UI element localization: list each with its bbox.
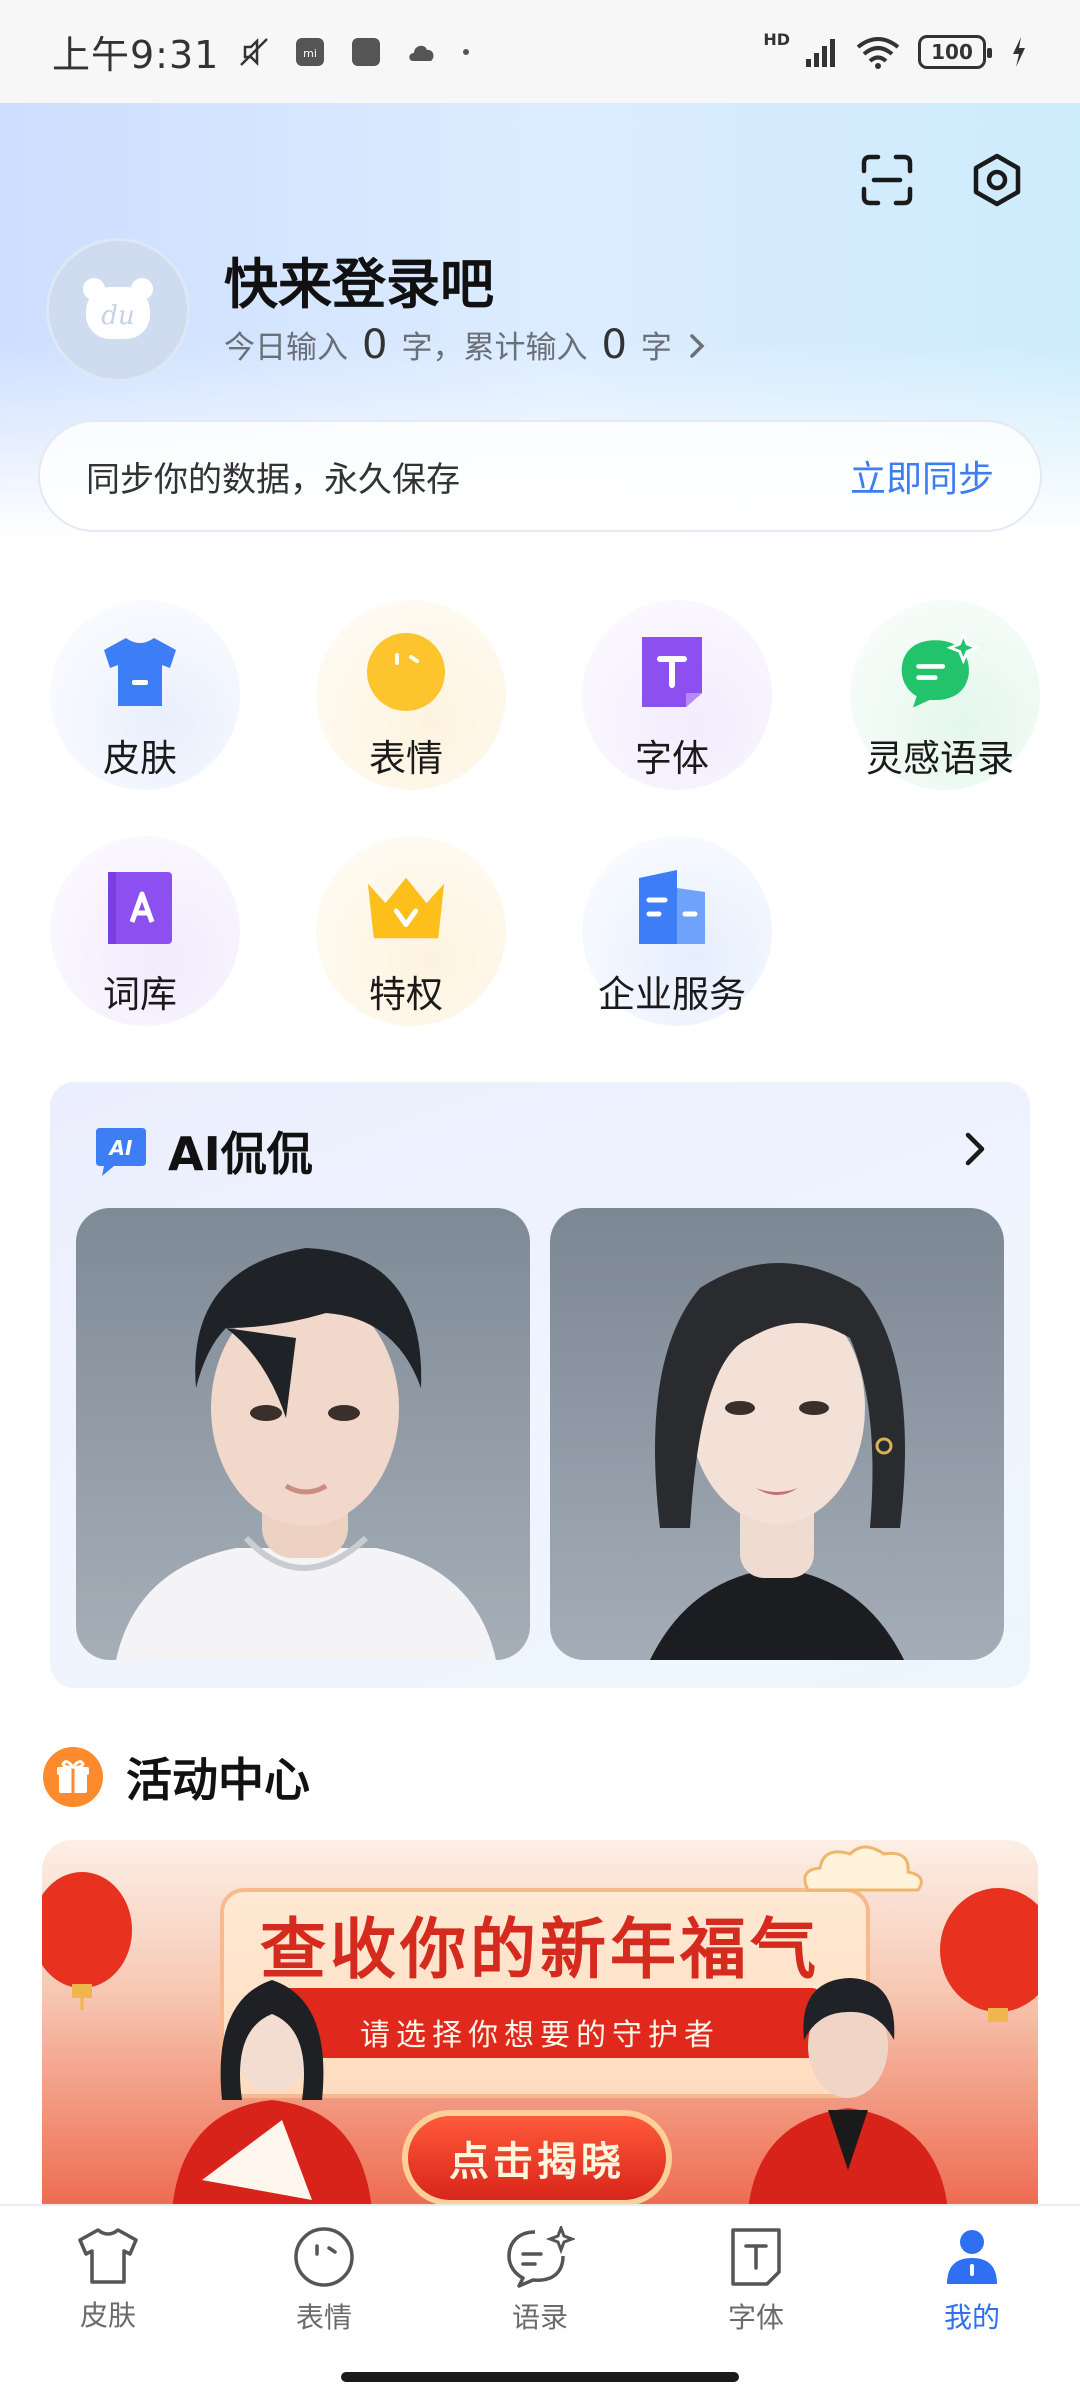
male-character-portrait bbox=[76, 1208, 530, 1660]
battery-level: 100 bbox=[931, 39, 973, 64]
hd-label: HD bbox=[763, 30, 790, 49]
nav-font[interactable]: 字体 bbox=[676, 2226, 836, 2336]
activity-center-title: 活动中心 bbox=[126, 1753, 310, 1807]
feature-skin[interactable]: 皮肤 bbox=[40, 600, 240, 800]
feature-lexicon-label: 词库 bbox=[103, 973, 177, 1016]
feature-inspiration-quotes-label: 灵感语录 bbox=[866, 737, 1014, 780]
ai-chat-card: AI AI侃侃 bbox=[50, 1082, 1030, 1688]
font-t-icon bbox=[642, 637, 702, 707]
status-bar: 上午9:31 mi HD 100 bbox=[0, 0, 1080, 103]
wifi-icon bbox=[856, 36, 900, 69]
ai-badge-text: AI bbox=[108, 1136, 133, 1160]
feature-emoji[interactable]: 表情 bbox=[306, 600, 506, 800]
tshirt-icon bbox=[104, 638, 176, 706]
ai-card-header[interactable]: AI AI侃侃 bbox=[92, 1118, 313, 1184]
reveal-button[interactable]: 点击揭晓 bbox=[402, 2110, 672, 2206]
silent-mode-icon bbox=[240, 37, 269, 66]
nav-quotes-label: 语录 bbox=[511, 2301, 568, 2334]
feature-skin-label: 皮肤 bbox=[103, 737, 177, 780]
total-count: 0 bbox=[601, 322, 627, 368]
feature-inspiration-quotes[interactable]: 灵感语录 bbox=[840, 600, 1040, 800]
sync-banner: 同步你的数据，永久保存 立即同步 bbox=[38, 420, 1042, 532]
bottom-navigation: 皮肤 表情 语录 字体 我的 bbox=[0, 2204, 1080, 2400]
feature-font[interactable]: 字体 bbox=[572, 600, 772, 800]
enterprise-building-icon bbox=[639, 870, 705, 944]
female-guardian-figure bbox=[172, 1980, 372, 2210]
feature-enterprise-service-label: 企业服务 bbox=[598, 973, 746, 1016]
font-t-icon bbox=[731, 2228, 781, 2286]
more-notifications-dot bbox=[463, 48, 470, 55]
emoji-face-icon bbox=[294, 2227, 354, 2287]
nav-quotes[interactable]: 语录 bbox=[460, 2226, 620, 2336]
nav-skin-label: 皮肤 bbox=[79, 2299, 136, 2332]
sync-message: 同步你的数据，永久保存 bbox=[86, 459, 460, 500]
ai-character-female[interactable] bbox=[550, 1208, 1004, 1660]
input-stats[interactable]: 今日输入 0 字，累计输入 0 字 bbox=[224, 322, 708, 368]
cloud-icon bbox=[409, 45, 434, 61]
stats-unit: 字 bbox=[640, 330, 672, 366]
ai-card-title: AI侃侃 bbox=[168, 1127, 313, 1181]
nav-emoji-label: 表情 bbox=[295, 2301, 352, 2334]
nav-skin[interactable]: 皮肤 bbox=[28, 2226, 188, 2334]
gift-icon bbox=[43, 1747, 103, 1807]
today-count: 0 bbox=[362, 322, 388, 368]
new-year-activity-banner[interactable]: 查收你的新年福气 请选择你想要的守护者 点击揭晓 bbox=[42, 1840, 1038, 2210]
scan-button[interactable] bbox=[852, 145, 922, 215]
user-profile-icon bbox=[947, 2230, 997, 2284]
feature-enterprise-service[interactable]: 企业服务 bbox=[572, 836, 772, 1036]
app-notification-icon bbox=[352, 37, 381, 66]
scan-icon bbox=[861, 154, 913, 206]
feature-emoji-label: 表情 bbox=[369, 737, 443, 780]
battery-indicator: 100 bbox=[918, 34, 992, 69]
ai-card-more-button[interactable] bbox=[950, 1124, 1000, 1174]
male-guardian-figure bbox=[748, 1978, 948, 2210]
activity-center-header: 活动中心 bbox=[42, 1744, 310, 1810]
nav-mine[interactable]: 我的 bbox=[892, 2226, 1052, 2336]
reveal-button-label: 点击揭晓 bbox=[449, 2139, 625, 2185]
nav-font-label: 字体 bbox=[727, 2301, 784, 2334]
stats-today-label: 今日输入 bbox=[224, 330, 348, 366]
settings-button[interactable] bbox=[962, 145, 1032, 215]
emoji-face-icon bbox=[367, 633, 445, 711]
quote-bubble-sparkle-icon bbox=[507, 2226, 575, 2288]
charging-icon bbox=[1013, 36, 1025, 67]
svg-text:du: du bbox=[101, 301, 134, 331]
gear-icon bbox=[973, 153, 1021, 207]
feature-font-label: 字体 bbox=[635, 737, 709, 780]
quote-bubble-sparkle-icon bbox=[901, 630, 981, 708]
chevron-right-icon bbox=[690, 334, 705, 358]
feature-privilege[interactable]: 特权 bbox=[306, 836, 506, 1036]
feature-lexicon[interactable]: 词库 bbox=[40, 836, 240, 1036]
user-avatar[interactable]: du bbox=[46, 238, 190, 382]
tshirt-icon bbox=[78, 2228, 138, 2284]
sync-now-button[interactable]: 立即同步 bbox=[850, 450, 994, 502]
crown-icon bbox=[367, 877, 445, 939]
mi-app-icon: mi bbox=[296, 37, 325, 66]
login-prompt-title[interactable]: 快来登录吧 bbox=[224, 240, 494, 319]
ai-badge-icon: AI bbox=[96, 1128, 146, 1176]
female-character-portrait bbox=[550, 1208, 1004, 1660]
nav-emoji[interactable]: 表情 bbox=[244, 2226, 404, 2336]
status-time: 上午9:31 bbox=[52, 33, 220, 77]
chevron-right-icon bbox=[965, 1132, 985, 1166]
lexicon-book-icon bbox=[108, 872, 172, 944]
ai-character-male[interactable] bbox=[76, 1208, 530, 1660]
svg-text:mi: mi bbox=[303, 47, 317, 60]
signal-icon bbox=[806, 38, 835, 67]
nav-mine-label: 我的 bbox=[943, 2301, 1000, 2334]
du-bear-logo-icon: du bbox=[83, 278, 153, 339]
stats-total-label: 字，累计输入 bbox=[401, 330, 588, 366]
cloud-decoration-icon bbox=[803, 1845, 923, 1892]
feature-privilege-label: 特权 bbox=[369, 973, 443, 1016]
home-indicator[interactable] bbox=[341, 2372, 739, 2382]
